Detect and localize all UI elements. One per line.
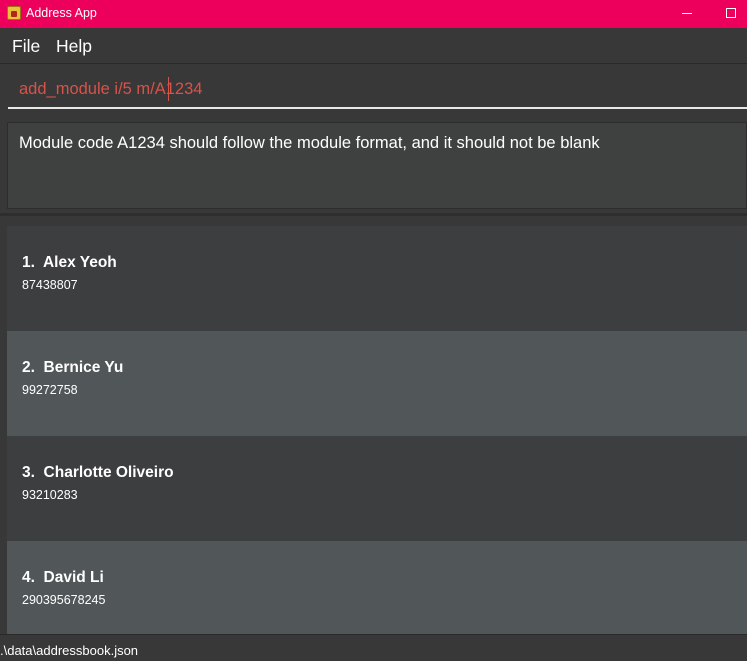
menu-help[interactable]: Help	[56, 36, 92, 57]
command-box: add_module i/5 m/A1234	[0, 63, 747, 115]
person-card[interactable]: 3. Charlotte Oliveiro 93210283	[7, 436, 747, 541]
title-bar: Address App	[0, 0, 747, 28]
person-name: 3. Charlotte Oliveiro	[22, 464, 174, 481]
command-input[interactable]: add_module i/5 m/A1234	[8, 64, 747, 109]
person-card[interactable]: 4. David Li 290395678245	[7, 541, 747, 646]
person-phone: 93210283	[22, 488, 78, 502]
person-name: 4. David Li	[22, 569, 104, 586]
person-phone: 99272758	[22, 383, 78, 397]
person-list: 1. Alex Yeoh 87438807 2. Bernice Yu 9927…	[0, 216, 747, 646]
save-location: .\data\addressbook.json	[0, 643, 139, 658]
result-display: Module code A1234 should follow the modu…	[0, 115, 747, 213]
app-icon	[7, 6, 21, 20]
command-text: add_module i/5 m/A1234	[19, 80, 203, 98]
person-card[interactable]: 2. Bernice Yu 99272758	[7, 331, 747, 436]
status-bar: .\data\addressbook.json	[0, 634, 747, 661]
result-box: Module code A1234 should follow the modu…	[7, 122, 747, 209]
person-phone: 290395678245	[22, 593, 106, 607]
menu-bar: File Help	[0, 28, 747, 63]
person-name: 2. Bernice Yu	[22, 359, 124, 376]
person-name: 1. Alex Yeoh	[22, 254, 117, 271]
maximize-icon[interactable]	[715, 0, 747, 28]
result-message: Module code A1234 should follow the modu…	[19, 134, 600, 152]
text-caret	[168, 77, 169, 101]
person-phone: 87438807	[22, 278, 78, 292]
window-title: Address App	[26, 6, 97, 20]
person-card[interactable]: 1. Alex Yeoh 87438807	[7, 226, 747, 331]
menu-file[interactable]: File	[12, 36, 40, 57]
minimize-icon[interactable]	[671, 0, 703, 28]
